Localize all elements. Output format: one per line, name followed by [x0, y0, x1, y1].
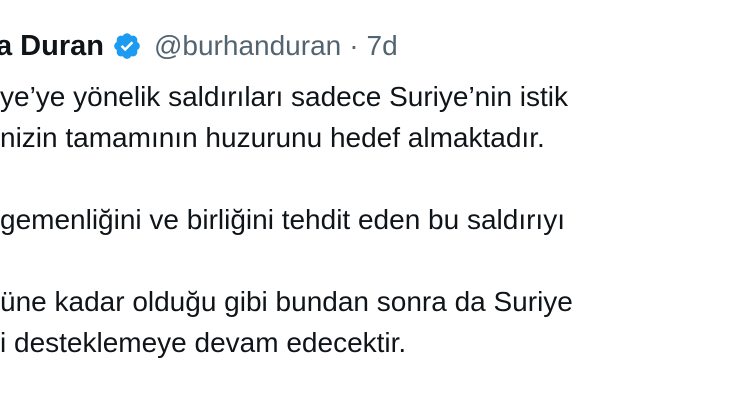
tweet-text: ye’ye yönelik saldırıları sadece Suriye’… [0, 76, 740, 363]
tweet-header: a Duran @burhanduran · 7d [0, 24, 398, 68]
tweet-text-line: i desteklemeye devam edecektir. [0, 327, 407, 358]
tweet-text-line: üne kadar olduğu gibi bundan sonra da Su… [0, 286, 573, 317]
author-handle[interactable]: @burhanduran [154, 30, 341, 62]
tweet-text-line: gemenliğini ve birliğini tehdit eden bu … [0, 204, 565, 235]
meta-separator: · [349, 30, 359, 61]
author-display-name[interactable]: a Duran [0, 30, 104, 63]
tweet-text-line: ye’ye yönelik saldırıları sadece Suriye’… [0, 81, 569, 112]
verified-badge-icon [112, 31, 142, 61]
tweet-text-line: nizin tamamının huzurunu hedef almaktadı… [0, 122, 545, 153]
tweet-timestamp[interactable]: 7d [367, 30, 398, 62]
